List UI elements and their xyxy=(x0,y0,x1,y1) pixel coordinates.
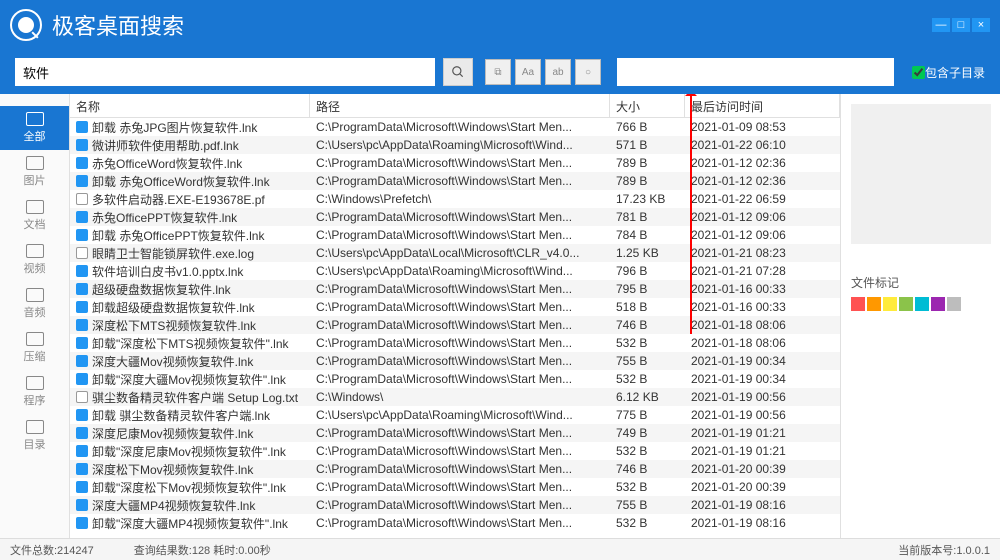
col-path[interactable]: 路径 xyxy=(310,94,610,117)
tag-colors xyxy=(851,297,990,311)
right-panel: 文件标记 xyxy=(840,94,1000,538)
table-row[interactable]: 深度大疆Mov视频恢复软件.lnkC:\ProgramData\Microsof… xyxy=(70,352,840,370)
table-row[interactable]: 卸载"深度大疆MP4视频恢复软件".lnkC:\ProgramData\Micr… xyxy=(70,514,840,532)
file-icon xyxy=(76,427,88,439)
file-icon xyxy=(76,175,88,187)
file-icon xyxy=(76,283,88,295)
table-row[interactable]: 超级硬盘数据恢复软件.lnkC:\ProgramData\Microsoft\W… xyxy=(70,280,840,298)
file-icon xyxy=(76,463,88,475)
status-bar: 文件总数:214247 查询结果数:128 耗时:0.00秒 当前版本号:1.0… xyxy=(0,538,1000,560)
file-icon xyxy=(76,391,88,403)
table-row[interactable]: 眼睛卫士智能锁屏软件.exe.logC:\Users\pc\AppData\Lo… xyxy=(70,244,840,262)
sidebar-item-5[interactable]: 压缩 xyxy=(0,326,69,370)
minimize-button[interactable]: — xyxy=(932,18,950,32)
tags-title: 文件标记 xyxy=(851,274,990,291)
table-row[interactable]: 卸载 赤兔OfficeWord恢复软件.lnkC:\ProgramData\Mi… xyxy=(70,172,840,190)
table-row[interactable]: 卸载"深度松下Mov视频恢复软件".lnkC:\ProgramData\Micr… xyxy=(70,478,840,496)
file-icon xyxy=(76,265,88,277)
total-count: 文件总数:214247 xyxy=(10,542,94,558)
app-logo-icon xyxy=(10,9,42,41)
file-icon xyxy=(76,481,88,493)
tag-color[interactable] xyxy=(931,297,945,311)
table-row[interactable]: 卸载 骐尘数备精灵软件客户端.lnkC:\Users\pc\AppData\Ro… xyxy=(70,406,840,424)
filter-input[interactable] xyxy=(617,58,894,86)
table-row[interactable]: 骐尘数备精灵软件客户端 Setup Log.txtC:\Windows\6.12… xyxy=(70,388,840,406)
table-row[interactable]: 卸载超级硬盘数据恢复软件.lnkC:\ProgramData\Microsoft… xyxy=(70,298,840,316)
sidebar-icon xyxy=(26,332,44,346)
table-row[interactable]: 深度松下MTS视频恢复软件.lnkC:\ProgramData\Microsof… xyxy=(70,316,840,334)
table-row[interactable]: 赤兔OfficeWord恢复软件.lnkC:\ProgramData\Micro… xyxy=(70,154,840,172)
search-bar: ⧉ Aa ab ○ 包含子目录 xyxy=(0,50,1000,94)
file-icon xyxy=(76,355,88,367)
sidebar-item-7[interactable]: 目录 xyxy=(0,414,69,458)
close-button[interactable]: × xyxy=(972,18,990,32)
sidebar: 全部图片文档视频音频压缩程序目录 xyxy=(0,94,70,538)
file-icon xyxy=(76,301,88,313)
sidebar-icon xyxy=(26,200,44,214)
file-icon xyxy=(76,139,88,151)
preview-box xyxy=(851,104,991,244)
include-subdir-checkbox[interactable]: 包含子目录 xyxy=(912,64,985,81)
table-row[interactable]: 赤兔OfficePPT恢复软件.lnkC:\ProgramData\Micros… xyxy=(70,208,840,226)
file-icon xyxy=(76,319,88,331)
file-icon xyxy=(76,373,88,385)
sidebar-item-3[interactable]: 视频 xyxy=(0,238,69,282)
sidebar-item-4[interactable]: 音频 xyxy=(0,282,69,326)
tag-color[interactable] xyxy=(851,297,865,311)
file-icon xyxy=(76,337,88,349)
table-row[interactable]: 卸载"深度大疆Mov视频恢复软件".lnkC:\ProgramData\Micr… xyxy=(70,370,840,388)
table-row[interactable]: 深度大疆MP4视频恢复软件.lnkC:\ProgramData\Microsof… xyxy=(70,496,840,514)
sidebar-item-2[interactable]: 文档 xyxy=(0,194,69,238)
file-icon xyxy=(76,247,88,259)
titlebar: 极客桌面搜索 — □ × xyxy=(0,0,1000,50)
file-icon xyxy=(76,211,88,223)
col-size[interactable]: 大小 xyxy=(610,94,685,117)
table-row[interactable]: 深度尼康Mov视频恢复软件.lnkC:\ProgramData\Microsof… xyxy=(70,424,840,442)
sidebar-item-1[interactable]: 图片 xyxy=(0,150,69,194)
sidebar-icon xyxy=(26,420,44,434)
col-time[interactable]: 最后访问时间 xyxy=(685,94,840,117)
table-row[interactable]: 软件培训白皮书v1.0.pptx.lnkC:\Users\pc\AppData\… xyxy=(70,262,840,280)
toolbar-btn-1[interactable]: ⧉ xyxy=(485,59,511,85)
result-count: 查询结果数:128 耗时:0.00秒 xyxy=(134,542,271,558)
table-row[interactable]: 卸载"深度尼康Mov视频恢复软件".lnkC:\ProgramData\Micr… xyxy=(70,442,840,460)
toolbar-btn-word[interactable]: ab xyxy=(545,59,571,85)
table-row[interactable]: 微讲师软件使用帮助.pdf.lnkC:\Users\pc\AppData\Roa… xyxy=(70,136,840,154)
table-row[interactable]: 多软件启动器.EXE-E193678E.pfC:\Windows\Prefetc… xyxy=(70,190,840,208)
version-label: 当前版本号:1.0.0.1 xyxy=(898,542,990,558)
table-row[interactable]: 深度松下Mov视频恢复软件.lnkC:\ProgramData\Microsof… xyxy=(70,460,840,478)
search-input[interactable] xyxy=(15,58,435,86)
sidebar-icon xyxy=(26,156,44,170)
sidebar-item-6[interactable]: 程序 xyxy=(0,370,69,414)
sidebar-icon xyxy=(26,112,44,126)
sidebar-icon xyxy=(26,376,44,390)
file-icon xyxy=(76,499,88,511)
tag-color[interactable] xyxy=(867,297,881,311)
file-icon xyxy=(76,157,88,169)
file-icon xyxy=(76,193,88,205)
toolbar-btn-case[interactable]: Aa xyxy=(515,59,541,85)
file-list: 名称 路径 大小 最后访问时间 卸载 赤兔JPG图片恢复软件.lnkC:\Pro… xyxy=(70,94,840,538)
tag-color[interactable] xyxy=(899,297,913,311)
file-icon xyxy=(76,517,88,529)
search-button[interactable] xyxy=(443,58,473,86)
table-row[interactable]: 卸载 赤兔OfficePPT恢复软件.lnkC:\ProgramData\Mic… xyxy=(70,226,840,244)
sidebar-icon xyxy=(26,288,44,302)
sidebar-item-0[interactable]: 全部 xyxy=(0,106,69,150)
col-name[interactable]: 名称 xyxy=(70,94,310,117)
tag-color[interactable] xyxy=(883,297,897,311)
file-icon xyxy=(76,121,88,133)
app-title: 极客桌面搜索 xyxy=(52,9,184,41)
sidebar-icon xyxy=(26,244,44,258)
file-icon xyxy=(76,229,88,241)
tag-color[interactable] xyxy=(915,297,929,311)
table-header: 名称 路径 大小 最后访问时间 xyxy=(70,94,840,118)
toolbar-btn-regex[interactable]: ○ xyxy=(575,59,601,85)
maximize-button[interactable]: □ xyxy=(952,18,970,32)
tag-color[interactable] xyxy=(947,297,961,311)
table-row[interactable]: 卸载 赤兔JPG图片恢复软件.lnkC:\ProgramData\Microso… xyxy=(70,118,840,136)
file-icon xyxy=(76,445,88,457)
file-icon xyxy=(76,409,88,421)
table-row[interactable]: 卸载"深度松下MTS视频恢复软件".lnkC:\ProgramData\Micr… xyxy=(70,334,840,352)
